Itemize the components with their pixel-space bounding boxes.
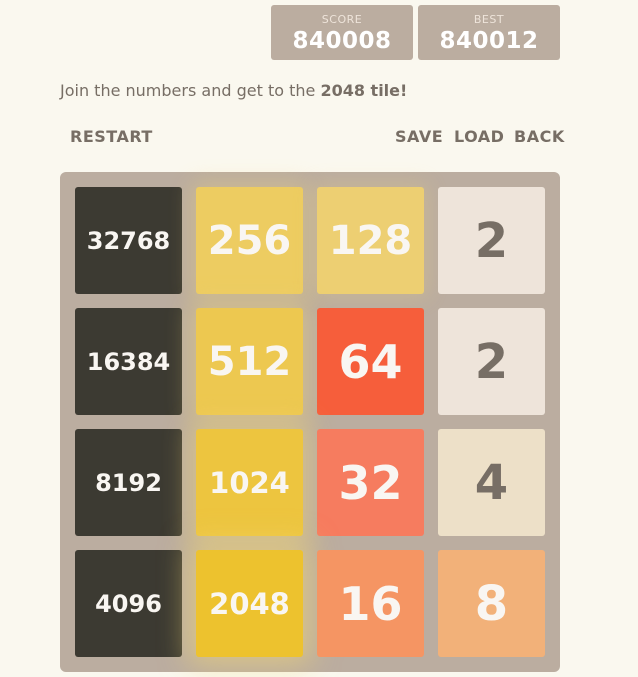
back-button[interactable]: BACK [514, 127, 565, 146]
game-board[interactable]: 32768 256 128 2 16384 512 64 2 8192 1024… [60, 172, 560, 672]
best-label: BEST [473, 13, 505, 26]
game-page: SCORE 840008 BEST 840012 Join the number… [0, 0, 638, 677]
tile-2: 2 [438, 308, 545, 415]
tile-128: 128 [317, 187, 424, 294]
tile-16384: 16384 [75, 308, 182, 415]
tile-2048: 2048 [196, 550, 303, 657]
tile-8: 8 [438, 550, 545, 657]
score-box: SCORE 840008 [271, 5, 413, 60]
score-value: 840008 [292, 28, 392, 54]
tile-512: 512 [196, 308, 303, 415]
tile-32: 32 [317, 429, 424, 536]
score-label: SCORE [321, 13, 363, 26]
tile-4: 4 [438, 429, 545, 536]
save-button[interactable]: SAVE [395, 127, 443, 146]
tile-2: 2 [438, 187, 545, 294]
best-score-box: BEST 840012 [418, 5, 560, 60]
tile-8192: 8192 [75, 429, 182, 536]
best-value: 840012 [439, 28, 539, 54]
tile-64: 64 [317, 308, 424, 415]
load-button[interactable]: LOAD [454, 127, 504, 146]
restart-button[interactable]: RESTART [70, 127, 153, 146]
tile-256: 256 [196, 187, 303, 294]
tile-16: 16 [317, 550, 424, 657]
tile-32768: 32768 [75, 187, 182, 294]
intro-text: Join the numbers and get to the [60, 81, 321, 100]
intro-highlight: 2048 tile! [320, 81, 408, 100]
tile-4096: 4096 [75, 550, 182, 657]
game-intro: Join the numbers and get to the 2048 til… [60, 81, 407, 100]
tile-1024: 1024 [196, 429, 303, 536]
